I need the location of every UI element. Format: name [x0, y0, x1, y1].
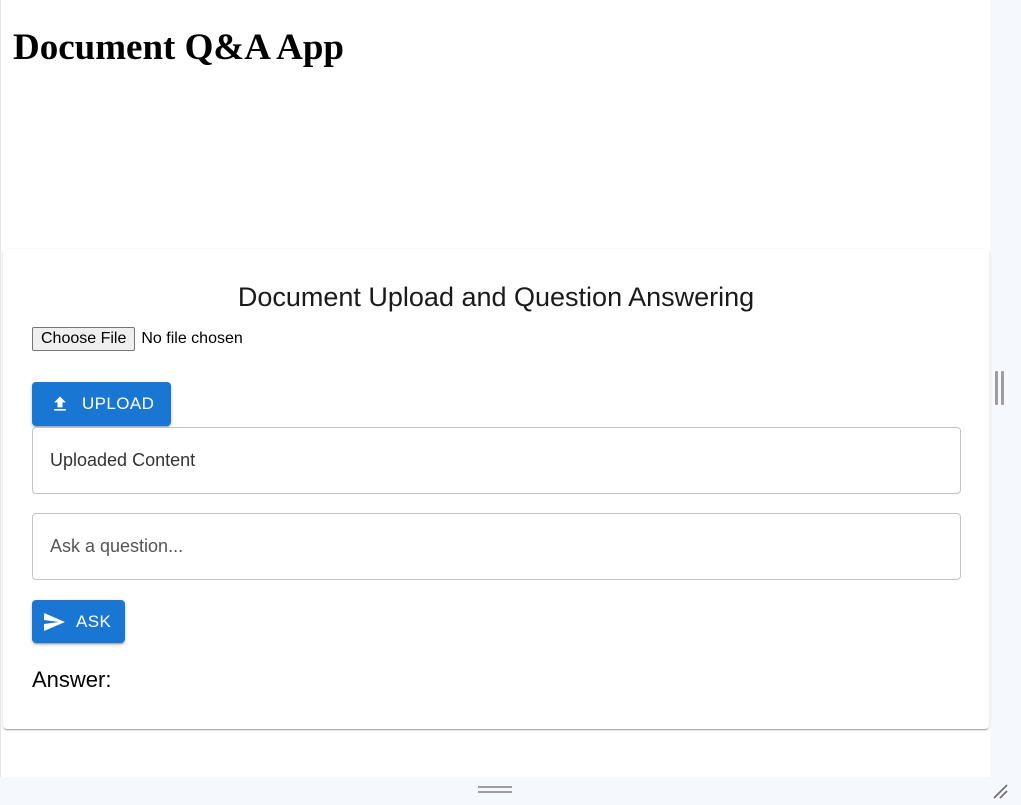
question-input[interactable]: Ask a question... — [32, 513, 961, 580]
question-placeholder: Ask a question... — [50, 536, 184, 556]
choose-file-button[interactable]: Choose File — [32, 327, 136, 351]
answer-label: Answer: — [32, 667, 112, 692]
splitter-bar — [994, 371, 998, 405]
app-page: Document Q&A App Document Upload and Que… — [0, 0, 990, 777]
upload-button-label: UPLOAD — [82, 394, 155, 413]
file-status: No file chosen — [141, 330, 243, 347]
splitter-bar — [478, 791, 512, 793]
resize-grip-icon[interactable] — [991, 782, 1009, 800]
upload-icon — [54, 396, 66, 411]
send-icon — [44, 612, 65, 631]
app-title: Document Q&A App — [13, 27, 344, 68]
qa-card: Document Upload and Question Answering C… — [3, 249, 989, 729]
uploaded-content-field[interactable]: Uploaded Content — [32, 427, 961, 494]
card-title: Document Upload and Question Answering — [237, 282, 755, 312]
ask-button-label: ASK — [76, 611, 112, 631]
splitter-bar — [478, 786, 512, 788]
horizontal-splitter-handle[interactable] — [478, 786, 512, 795]
splitter-bar — [1000, 371, 1004, 405]
vertical-splitter-handle[interactable] — [993, 371, 1005, 405]
ask-button[interactable]: ASK — [32, 600, 125, 643]
file-input[interactable]: Choose File No file chosen — [32, 326, 243, 352]
upload-button[interactable]: UPLOAD — [32, 382, 171, 426]
uploaded-content-placeholder: Uploaded Content — [50, 450, 196, 470]
